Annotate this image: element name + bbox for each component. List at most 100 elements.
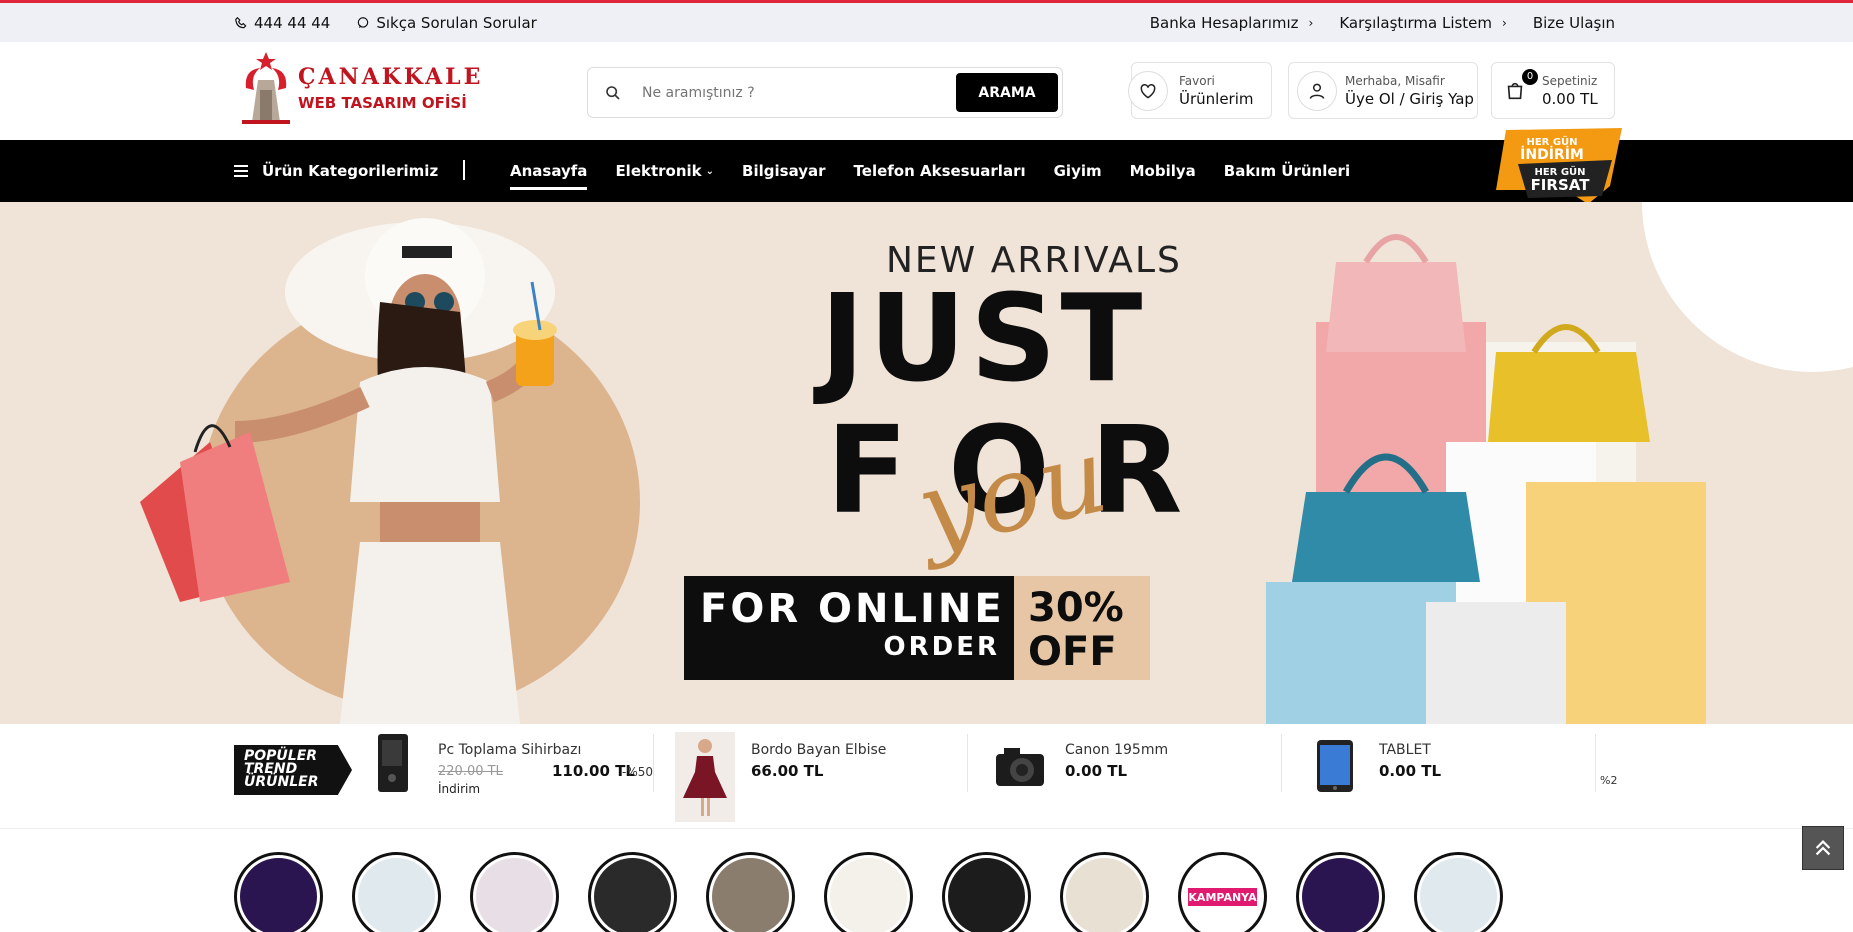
hero-discount-off: OFF bbox=[1028, 629, 1117, 675]
logo-title: ÇANAKKALE bbox=[298, 64, 484, 90]
trend-item-name: Canon 195mm bbox=[1065, 742, 1169, 758]
cart-button[interactable]: 0 Sepetiniz 0.00 TL bbox=[1491, 62, 1615, 119]
hero-banner[interactable]: NEW ARRIVALS JUST FOR you FOR ONLINE ORD… bbox=[0, 202, 1853, 724]
search-input[interactable] bbox=[628, 84, 956, 101]
nav-link-telefon-aksesuarlari[interactable]: Telefon Aksesuarları bbox=[854, 140, 1026, 202]
nav-link-mobilya[interactable]: Mobilya bbox=[1130, 140, 1196, 202]
hamburger-icon bbox=[234, 165, 248, 177]
hero-order: ORDER bbox=[883, 632, 1000, 662]
nav-divider bbox=[463, 160, 465, 180]
popular-trend-tag: POPÜLER TREND ÜRÜNLER bbox=[234, 745, 352, 795]
popular-trend-strip: POPÜLER TREND ÜRÜNLER Pc Toplama Sihirba… bbox=[0, 724, 1853, 829]
cart-small-label: Sepetiniz bbox=[1542, 73, 1598, 88]
story-image bbox=[358, 858, 435, 932]
trend-divider bbox=[653, 734, 654, 792]
story-image: KAMPANYA bbox=[1184, 858, 1261, 932]
logo-subtitle: WEB TASARIM OFİSİ bbox=[298, 94, 467, 112]
story-item[interactable] bbox=[588, 852, 677, 932]
categories-menu-button[interactable]: Ürün Kategorilerimiz bbox=[234, 140, 438, 202]
hero-handbags-illustration bbox=[1266, 234, 1706, 724]
site-logo[interactable]: ÇANAKKALE WEB TASARIM OFİSİ bbox=[238, 50, 480, 126]
faq-link[interactable]: Sıkça Sorulan Sorular bbox=[356, 14, 537, 32]
trend-divider bbox=[1281, 734, 1282, 792]
hero-model-illustration bbox=[140, 218, 557, 724]
trend-item-price: 0.00 TL bbox=[1379, 762, 1442, 780]
promo-line-1: HER GÜN bbox=[1526, 134, 1577, 148]
nav-link-anasayfa[interactable]: Anasayfa bbox=[510, 140, 588, 202]
trend-item-old-price: 220.00 TL bbox=[438, 764, 503, 779]
account-button[interactable]: Merhaba, Misafir Üye Ol / Giriş Yap bbox=[1288, 62, 1478, 119]
trend-item-price: 66.00 TL bbox=[751, 762, 824, 780]
chevron-right-icon: › bbox=[1502, 15, 1507, 30]
kampanya-label: KAMPANYA bbox=[1188, 888, 1257, 906]
search-bar: ARAMA bbox=[587, 67, 1063, 118]
story-image bbox=[476, 858, 553, 932]
phone-number: 444 44 44 bbox=[254, 13, 331, 32]
daily-deals-badge[interactable]: HER GÜN İNDİRİM HER GÜN FIRSAT bbox=[1492, 126, 1624, 208]
favorites-label: Ürünlerim bbox=[1179, 89, 1254, 108]
story-item[interactable] bbox=[824, 852, 913, 932]
user-icon bbox=[1297, 70, 1337, 111]
phone-link[interactable]: 444 44 44 bbox=[234, 14, 330, 32]
contact-link[interactable]: Bize Ulaşın bbox=[1533, 14, 1615, 32]
chat-icon bbox=[358, 16, 369, 28]
dress-thumbnail bbox=[675, 732, 735, 822]
chevron-right-icon: › bbox=[1308, 15, 1314, 30]
hero-discount-box: 30% OFF bbox=[1014, 576, 1150, 680]
camera-thumbnail bbox=[996, 748, 1044, 786]
search-button[interactable]: ARAMA bbox=[956, 73, 1058, 112]
pc-case-thumbnail bbox=[378, 734, 408, 792]
trend-item-discount: -%50 bbox=[622, 765, 654, 779]
story-image bbox=[830, 858, 907, 932]
nav-link-bakim-urunleri[interactable]: Bakım Ürünleri bbox=[1224, 140, 1350, 202]
login-register-label: Üye Ol / Giriş Yap bbox=[1345, 89, 1474, 108]
story-image bbox=[712, 858, 789, 932]
story-image bbox=[1420, 858, 1497, 932]
favorites-button[interactable]: Favori Ürünlerim bbox=[1128, 62, 1272, 119]
trend-item-discount-label: İndirim bbox=[438, 782, 481, 796]
story-image bbox=[594, 858, 671, 932]
story-item[interactable] bbox=[942, 852, 1031, 932]
nav-link-elektronik[interactable]: Elektronik ⌄ bbox=[615, 140, 714, 202]
promo-line-4: FIRSAT bbox=[1531, 176, 1591, 194]
story-image bbox=[1302, 858, 1379, 932]
story-image bbox=[948, 858, 1025, 932]
trend-item-dress[interactable]: Bordo Bayan Elbise 66.00 TL bbox=[675, 732, 945, 822]
hero-for-online: FOR ONLINE bbox=[700, 586, 1005, 632]
story-item[interactable] bbox=[1296, 852, 1385, 932]
story-item[interactable] bbox=[234, 852, 323, 932]
story-item[interactable] bbox=[352, 852, 441, 932]
categories-label: Ürün Kategorilerimiz bbox=[262, 162, 439, 180]
double-chevron-up-icon bbox=[1815, 840, 1831, 856]
scroll-to-top-button[interactable] bbox=[1802, 826, 1844, 870]
tablet-thumbnail bbox=[1317, 740, 1353, 792]
bank-accounts-label: Banka Hesaplarımız bbox=[1149, 13, 1299, 32]
story-item[interactable] bbox=[706, 852, 795, 932]
story-item[interactable] bbox=[1414, 852, 1503, 932]
heart-icon bbox=[1128, 70, 1168, 111]
hero-online-order-box: FOR ONLINE ORDER bbox=[684, 576, 1014, 680]
greeting-label: Merhaba, Misafir bbox=[1345, 73, 1445, 88]
story-circles: KAMPANYA bbox=[234, 852, 1503, 932]
chevron-down-icon: ⌄ bbox=[705, 165, 715, 177]
search-icon bbox=[598, 85, 628, 101]
trend-divider bbox=[967, 734, 968, 792]
trend-item-camera[interactable]: Canon 195mm 0.00 TL bbox=[990, 732, 1260, 822]
trend-divider bbox=[1595, 734, 1596, 792]
top-bar: 444 44 44 Sıkça Sorulan Sorular Banka He… bbox=[0, 0, 1853, 42]
trend-item-tablet[interactable]: TABLET 0.00 TL bbox=[1305, 732, 1585, 822]
cart-total: 0.00 TL bbox=[1542, 89, 1598, 108]
contact-label: Bize Ulaşın bbox=[1532, 13, 1615, 32]
nav-link-giyim[interactable]: Giyim bbox=[1054, 140, 1102, 202]
story-item[interactable] bbox=[470, 852, 559, 932]
story-item[interactable] bbox=[1060, 852, 1149, 932]
trend-item-pc[interactable]: Pc Toplama Sihirbazı 220.00 TL 110.00 TL… bbox=[370, 732, 660, 822]
story-item-kampanya[interactable]: KAMPANYA bbox=[1178, 852, 1267, 932]
trend-item-price: 0.00 TL bbox=[1065, 762, 1128, 780]
trend-tag-line: ÜRÜNLER bbox=[244, 774, 319, 790]
nav-link-bilgisayar[interactable]: Bilgisayar bbox=[742, 140, 825, 202]
trend-trailing-text: %2 bbox=[1600, 774, 1618, 787]
bank-accounts-link[interactable]: Banka Hesaplarımız › bbox=[1150, 14, 1314, 32]
compare-list-link[interactable]: Karşılaştırma Listem › bbox=[1339, 14, 1507, 32]
hero-discount-percent: 30% bbox=[1028, 585, 1124, 631]
